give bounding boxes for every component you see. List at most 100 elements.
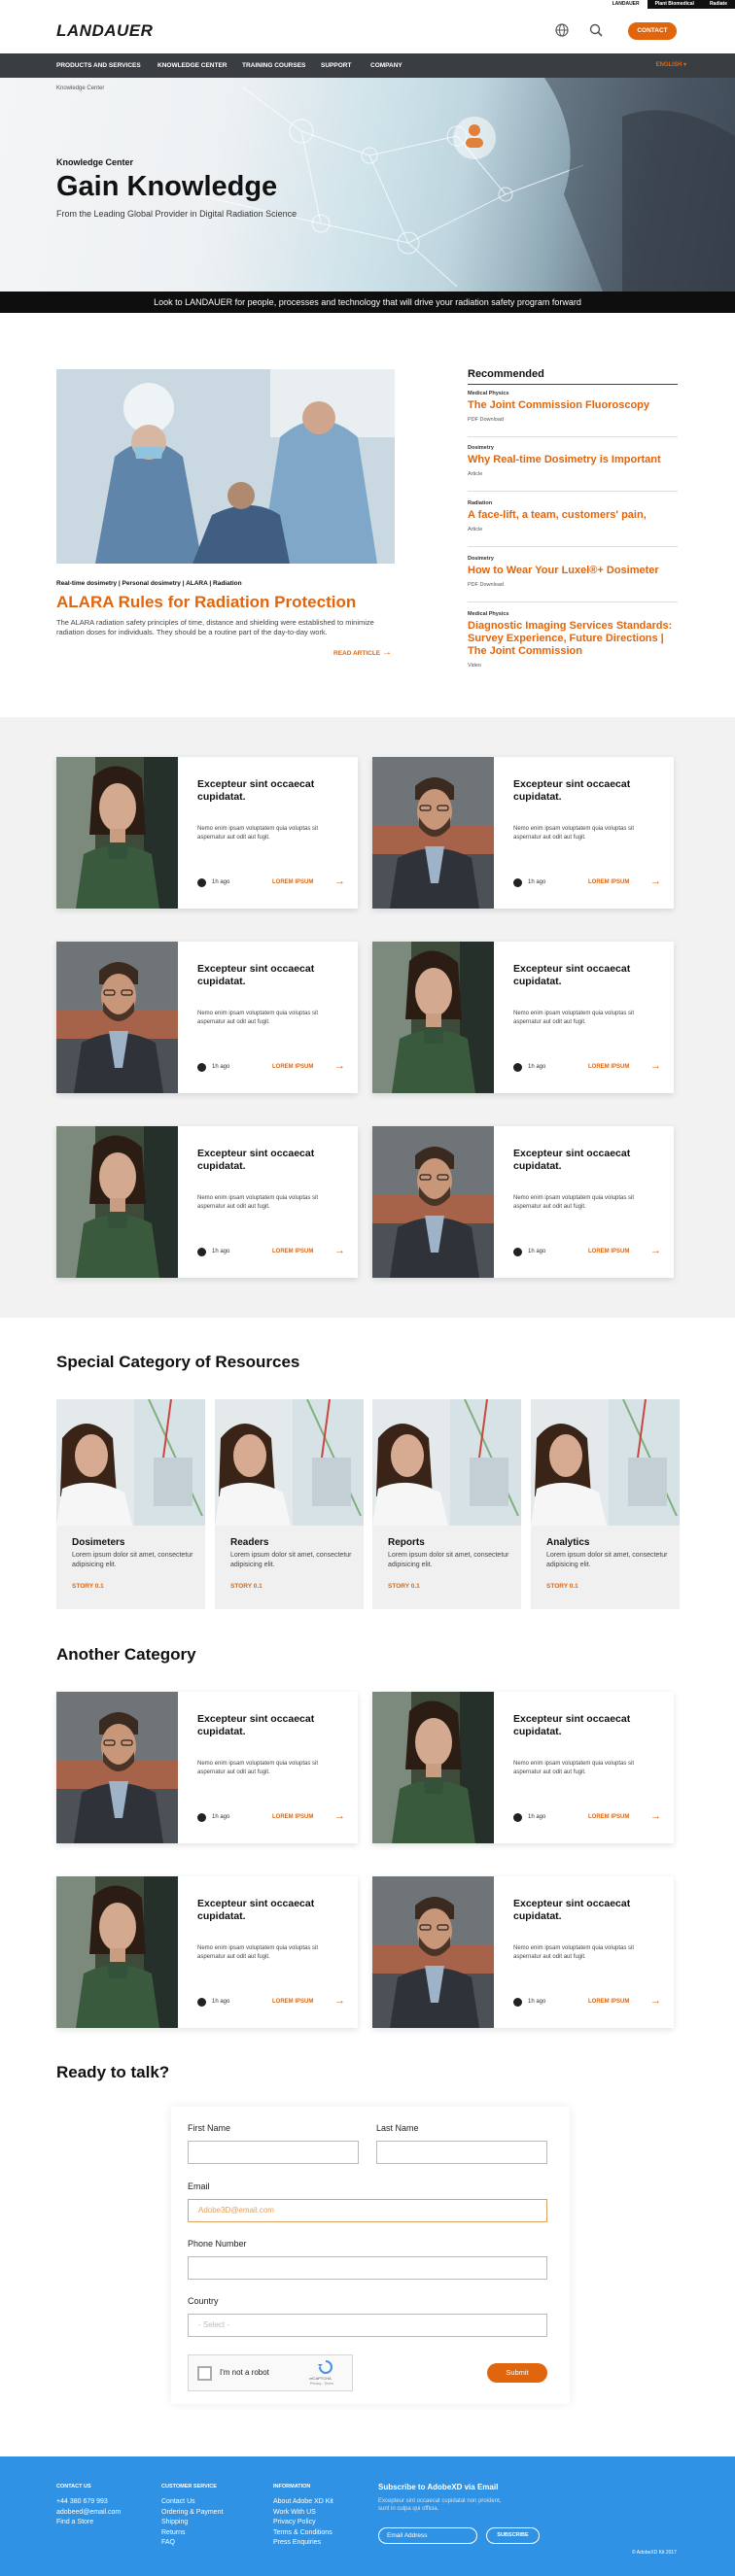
card-image[interactable] [372, 1126, 494, 1278]
arrow-right-icon[interactable]: → [650, 1060, 661, 1072]
site-tab-plant[interactable]: Plant Biomedical [647, 0, 702, 9]
card-link[interactable]: LOREM IPSUM [588, 1064, 629, 1070]
resource-tile[interactable]: Dosimeters Lorem ipsum dolor sit amet, co… [56, 1399, 205, 1609]
tile-title[interactable]: Reports [388, 1537, 425, 1548]
card-link[interactable]: LOREM IPSUM [272, 879, 313, 885]
recaptcha-terms[interactable]: Privacy - Terms [310, 2382, 333, 2386]
recommended-item[interactable]: Dosimetry How to Wear Your Luxel®+ Dosim… [468, 556, 678, 602]
footer-link[interactable]: Contact Us [161, 2497, 223, 2508]
tile-title[interactable]: Dosimeters [72, 1537, 124, 1548]
card-image[interactable] [372, 942, 494, 1093]
article-card[interactable]: Excepteur sint occaecat cupidatat. Nemo e… [372, 757, 674, 909]
nav-company[interactable]: COMPANY [370, 53, 402, 78]
card-link[interactable]: LOREM IPSUM [272, 1814, 313, 1820]
card-image[interactable] [56, 942, 178, 1093]
arrow-right-icon[interactable]: → [334, 1245, 345, 1256]
card-title[interactable]: Excepteur sint occaecat cupidatat. [513, 1148, 659, 1172]
article-card[interactable]: Excepteur sint occaecat cupidatat. Nemo e… [372, 942, 674, 1093]
card-link[interactable]: LOREM IPSUM [588, 879, 629, 885]
country-select[interactable]: - Select - [188, 2314, 547, 2337]
submit-button[interactable]: Submit [487, 2363, 547, 2383]
footer-link[interactable]: Work With US [273, 2508, 333, 2519]
last-name-input[interactable] [376, 2141, 547, 2164]
search-icon[interactable] [589, 23, 603, 37]
tile-title[interactable]: Analytics [546, 1537, 589, 1548]
contact-button[interactable]: CONTACT [628, 22, 677, 40]
nav-products[interactable]: PRODUCTS AND SERVICES [56, 53, 141, 78]
featured-title[interactable]: ALARA Rules for Radiation Protection [56, 593, 356, 612]
footer-find-store[interactable]: Find a Store [56, 2518, 121, 2528]
arrow-right-icon[interactable]: → [334, 876, 345, 887]
article-card[interactable]: Excepteur sint occaecat cupidatat. Nemo e… [56, 1876, 358, 2028]
footer-link[interactable]: About Adobe XD Kit [273, 2497, 333, 2508]
tile-image[interactable] [215, 1399, 364, 1526]
footer-link[interactable]: Privacy Policy [273, 2518, 333, 2528]
card-title[interactable]: Excepteur sint occaecat cupidatat. [197, 963, 343, 987]
globe-icon[interactable] [555, 23, 569, 37]
arrow-right-icon[interactable]: → [334, 1060, 345, 1072]
recommended-title[interactable]: The Joint Commission Fluoroscopy [468, 399, 678, 412]
recommended-title[interactable]: A face-lift, a team, customers' pain, [468, 509, 678, 522]
footer-link[interactable]: FAQ [161, 2538, 223, 2549]
breadcrumb[interactable]: Knowledge Center [56, 86, 104, 91]
card-link[interactable]: LOREM IPSUM [272, 1064, 313, 1070]
featured-article-image[interactable] [56, 369, 395, 564]
tile-image[interactable] [372, 1399, 521, 1526]
card-title[interactable]: Excepteur sint occaecat cupidatat. [513, 1713, 659, 1737]
arrow-right-icon[interactable]: → [650, 1245, 661, 1256]
first-name-input[interactable] [188, 2141, 359, 2164]
footer-email[interactable]: adobeed@email.com [56, 2508, 121, 2519]
footer-link[interactable]: Shipping [161, 2518, 223, 2528]
tile-link[interactable]: STORY 0.1 [388, 1583, 420, 1590]
footer-link[interactable]: Terms & Conditions [273, 2528, 333, 2539]
tile-image[interactable] [56, 1399, 205, 1526]
language-select[interactable]: ENGLISH ▾ [656, 53, 686, 78]
article-card[interactable]: Excepteur sint occaecat cupidatat. Nemo e… [56, 1126, 358, 1278]
phone-input[interactable] [188, 2256, 547, 2280]
card-image[interactable] [372, 1876, 494, 2028]
footer-link[interactable]: Ordering & Payment [161, 2508, 223, 2519]
recommended-title[interactable]: Why Real-time Dosimetry is Important [468, 454, 678, 466]
card-image[interactable] [56, 757, 178, 909]
tile-title[interactable]: Readers [230, 1537, 268, 1548]
footer-phone[interactable]: +44 380 679 993 [56, 2497, 121, 2508]
site-tab-landauer[interactable]: LANDAUER [604, 0, 648, 9]
card-image[interactable] [56, 1692, 178, 1843]
article-card[interactable]: Excepteur sint occaecat cupidatat. Nemo e… [56, 942, 358, 1093]
arrow-right-icon[interactable]: → [334, 1995, 345, 2007]
card-link[interactable]: LOREM IPSUM [588, 1999, 629, 2005]
resource-tile[interactable]: Readers Lorem ipsum dolor sit amet, conse… [215, 1399, 364, 1609]
recommended-item[interactable]: Radiation A face-lift, a team, customers… [468, 500, 678, 547]
read-article-link[interactable]: READ ARTICLE → [333, 647, 392, 658]
nav-training-courses[interactable]: TRAINING COURSES [242, 53, 305, 78]
article-card[interactable]: Excepteur sint occaecat cupidatat. Nemo e… [56, 757, 358, 909]
logo[interactable]: LANDAUER [56, 21, 153, 41]
recommended-title[interactable]: How to Wear Your Luxel®+ Dosimeter [468, 565, 678, 577]
card-image[interactable] [56, 1876, 178, 2028]
footer-link[interactable]: Press Enquiries [273, 2538, 333, 2549]
recommended-title[interactable]: Diagnostic Imaging Services Standards: S… [468, 620, 678, 658]
card-link[interactable]: LOREM IPSUM [588, 1249, 629, 1254]
card-link[interactable]: LOREM IPSUM [272, 1249, 313, 1254]
subscribe-email-input[interactable]: Email Address [378, 2527, 477, 2544]
resource-tile[interactable]: Reports Lorem ipsum dolor sit amet, conse… [372, 1399, 521, 1609]
footer-link[interactable]: Returns [161, 2528, 223, 2539]
arrow-right-icon[interactable]: → [650, 1810, 661, 1822]
arrow-right-icon[interactable]: → [650, 1995, 661, 2007]
card-image[interactable] [56, 1126, 178, 1278]
card-image[interactable] [372, 757, 494, 909]
nav-knowledge-center[interactable]: KNOWLEDGE CENTER [158, 53, 228, 78]
card-title[interactable]: Excepteur sint occaecat cupidatat. [513, 963, 659, 987]
card-title[interactable]: Excepteur sint occaecat cupidatat. [513, 1898, 659, 1922]
tile-link[interactable]: STORY 0.1 [72, 1583, 104, 1590]
recommended-item[interactable]: Dosimetry Why Real-time Dosimetry is Imp… [468, 445, 678, 492]
tile-image[interactable] [531, 1399, 680, 1526]
article-card[interactable]: Excepteur sint occaecat cupidatat. Nemo e… [56, 1692, 358, 1843]
article-card[interactable]: Excepteur sint occaecat cupidatat. Nemo e… [372, 1692, 674, 1843]
card-title[interactable]: Excepteur sint occaecat cupidatat. [197, 1898, 343, 1922]
card-title[interactable]: Excepteur sint occaecat cupidatat. [513, 778, 659, 803]
article-card[interactable]: Excepteur sint occaecat cupidatat. Nemo e… [372, 1876, 674, 2028]
card-title[interactable]: Excepteur sint occaecat cupidatat. [197, 778, 343, 803]
email-input[interactable]: Adobe3D@email.com [188, 2199, 547, 2222]
card-link[interactable]: LOREM IPSUM [588, 1814, 629, 1820]
